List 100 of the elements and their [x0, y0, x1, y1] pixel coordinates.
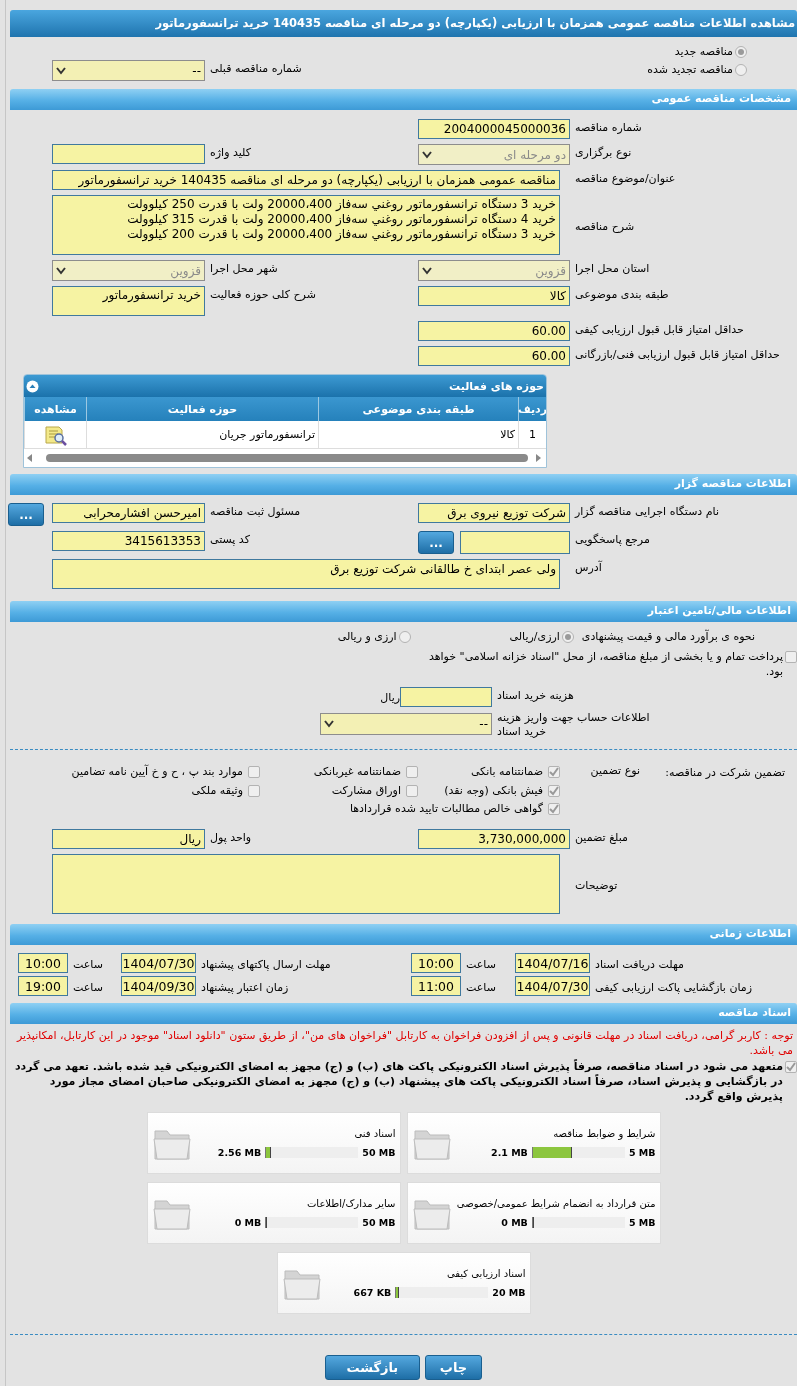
action-button[interactable]: بازگشت	[324, 1355, 420, 1380]
checkbox[interactable]	[785, 1061, 797, 1073]
text-field[interactable]: 3415613353	[52, 531, 205, 551]
file-size: 2.1 MB	[491, 1147, 528, 1158]
field-label: مهلت ارسال پاکتهای پیشنهاد	[200, 956, 332, 971]
document-search-icon	[43, 423, 68, 446]
field-label: ساعت	[72, 979, 104, 994]
section-title: اطلاعات مناقصه گزار	[673, 476, 792, 490]
more-button[interactable]: ...	[8, 503, 44, 526]
field-label: اطلاعات حساب جهت واریز هزینه خرید اسناد	[496, 710, 651, 739]
chevron-down-icon	[422, 266, 432, 275]
checkbox[interactable]	[548, 784, 560, 797]
page-title: مشاهده اطلاعات مناقصه عمومی همزمان با ارزیابی (یکپارچه) دو مرحله ای مناقصه 140435 خرید ترانسفورماتور	[10, 10, 797, 37]
notice-text: توجه : کاربر گرامی، دریافت اسناد در مهلت قانونی و پس از افزودن فراخوان به کارتابل "فراخوان های من"، از طریق ستون "دانلود اسناد" موجود در این کارتابل، امکانپذیر می باشد.	[15, 1028, 794, 1058]
field-label: طبقه بندی موضوعی	[574, 287, 670, 301]
date-field[interactable]: 1404/09/30	[121, 976, 196, 996]
text-area[interactable]	[52, 854, 560, 914]
time-field[interactable]: 19:00	[18, 976, 68, 996]
table-title: حوزه های فعالیت	[449, 379, 544, 393]
chevron-down-icon	[56, 266, 66, 275]
text-field[interactable]: 60.00	[418, 321, 570, 341]
checkbox-label: فیش بانکی (وجه نقد)	[444, 784, 543, 797]
column-header: ردیف	[518, 397, 546, 421]
checkbox-label: وثیقه ملکی	[191, 784, 243, 797]
field-label: حداقل امتیاز قابل قبول ارزیابی فنی/بازرگانی	[574, 347, 781, 361]
document-title: اسناد فنی	[354, 1128, 396, 1139]
radio-button[interactable]	[561, 630, 574, 643]
checkbox-label: ضمانتنامه بانکی	[470, 765, 543, 778]
radio-label: ارزی و ریالی	[337, 630, 397, 643]
text-field[interactable]: ولی عصر ابتدای خ طالقانی شرکت توزیع برق	[52, 559, 560, 589]
text-field[interactable]: شرکت توزیع نیروی برق	[418, 503, 570, 523]
dropdown[interactable]: --	[52, 60, 205, 81]
table-cell: ترانسفورماتور جریان	[86, 421, 318, 449]
date-field[interactable]: 1404/07/30	[121, 953, 196, 973]
checkbox[interactable]	[406, 784, 418, 797]
size-limit: 50 MB	[362, 1217, 396, 1228]
commitment-text: متعهد می شود در اسناد مناقصه، صرفاً پذیرش اسناد الکترونیکی پاکت های (ب) و (ج) مجهز به امضای الکترونیکی قید شده باشد. تعهد می گردد در بازگشایی و پذیرش اسناد، صرفاً اسناد الکترونیکی پاکت های پیشنهاد (ب) و (ج) مجهز به امضای الکترونیکی صاحبان امضای مجاز مورد پذیرش واقع گردد.	[13, 1059, 783, 1104]
field-label: آدرس	[574, 559, 603, 574]
text-field[interactable]: 3,730,000,000	[418, 829, 570, 849]
document-title: متن قرارداد به انضمام شرایط عمومی/خصوصی	[456, 1198, 656, 1209]
radio-label: ارزی/ریالی	[509, 630, 560, 643]
time-field[interactable]: 10:00	[18, 953, 68, 973]
checkbox-label: موارد بند پ ، ح و خ آیین نامه تضامین	[71, 765, 243, 778]
field-label: مهلت دریافت اسناد	[594, 956, 685, 971]
text-field[interactable]	[52, 144, 205, 164]
field-label: استان محل اجرا	[574, 261, 651, 275]
more-button[interactable]: ...	[418, 531, 454, 554]
text-field[interactable]: امیرحسن افشارمحرابی	[52, 503, 205, 523]
checkbox[interactable]	[548, 765, 560, 778]
chevron-down-icon	[56, 66, 66, 75]
field-label: نحوه ی برآورد مالی و قیمت پیشنهادی	[581, 630, 755, 643]
text-field[interactable]: 60.00	[418, 346, 570, 366]
text-area[interactable]: خرید ترانسفورماتور	[52, 286, 205, 316]
date-field[interactable]: 1404/07/30	[515, 976, 590, 996]
checkbox[interactable]	[548, 802, 560, 815]
column-header: مشاهده	[24, 397, 86, 421]
document-title: شرایط و ضوابط مناقصه	[553, 1128, 656, 1139]
field-label: هزینه خرید اسناد	[496, 688, 575, 702]
size-limit: 50 MB	[362, 1147, 396, 1158]
checkbox[interactable]	[406, 765, 418, 778]
document-title: سایر مدارک/اطلاعات	[306, 1198, 396, 1209]
radio-button[interactable]	[735, 63, 747, 76]
checkbox[interactable]	[248, 765, 260, 778]
field-label: نوع برگزاری	[574, 145, 633, 159]
time-field[interactable]: 11:00	[411, 976, 461, 996]
field-label: کلید واژه	[209, 145, 252, 159]
collapse-icon	[26, 379, 39, 393]
text-field[interactable]: کالا	[418, 286, 570, 306]
text-area[interactable]: خرید 3 دستگاه ترانسفورماتور روغني سه‌فاز 20000،400 ولت با قدرت 250 کیلوولت خرید 4 دستگاه ترانسفورماتور روغني سه‌فاز 20000،400 ولت با قدرت 315 کیلوولت خرید 3 دستگاه ترانسفورماتور روغني سه‌فاز 20000،400 ولت با قدرت 200 کیلوولت	[52, 195, 560, 255]
chevron-down-icon	[324, 720, 334, 728]
radio-button[interactable]	[735, 45, 747, 58]
section-title: اطلاعات زمانی	[708, 926, 792, 940]
file-size: 667 KB	[353, 1287, 392, 1298]
action-button[interactable]: چاپ	[424, 1355, 483, 1380]
unit-label: ریال	[380, 690, 400, 704]
field-label: شرح مناقصه	[574, 218, 636, 233]
field-label: مبلغ تضمین	[574, 830, 629, 844]
checkbox-label: ضمانتنامه غیربانکی	[313, 765, 401, 778]
table-cell: کالا	[318, 421, 518, 449]
text-field[interactable]	[400, 687, 492, 707]
field-label: شماره مناقصه	[574, 120, 643, 134]
dropdown[interactable]: --	[320, 713, 492, 735]
section-title: مشخصات مناقصه عمومی	[650, 91, 792, 105]
text-field[interactable]	[460, 531, 570, 554]
checkbox[interactable]	[248, 784, 260, 797]
text-field[interactable]: 2004000045000036	[418, 119, 570, 139]
field-label: ساعت	[465, 979, 497, 994]
radio-button[interactable]	[398, 630, 411, 643]
field-label: شماره مناقصه قبلی	[209, 61, 303, 75]
text-field[interactable]: مناقصه عمومی همزمان با ارزیابی (یکپارچه) دو مرحله ای مناقصه 140435 خرید ترانسفورماتور	[52, 170, 560, 190]
field-label: نام دستگاه اجرایی مناقصه گزار	[573, 504, 720, 518]
radio-label: مناقصه جدید	[674, 45, 733, 58]
date-field[interactable]: 1404/07/16	[515, 953, 590, 973]
checkbox[interactable]	[785, 651, 797, 663]
text-field[interactable]: ریال	[52, 829, 205, 849]
field-label: حداقل امتیاز قابل قبول ارزیابی کیفی	[574, 322, 745, 336]
file-size: 0 MB	[234, 1217, 262, 1228]
file-size: 2.56 MB	[217, 1147, 262, 1158]
time-field[interactable]: 10:00	[411, 953, 461, 973]
size-limit: 20 MB	[492, 1287, 526, 1298]
